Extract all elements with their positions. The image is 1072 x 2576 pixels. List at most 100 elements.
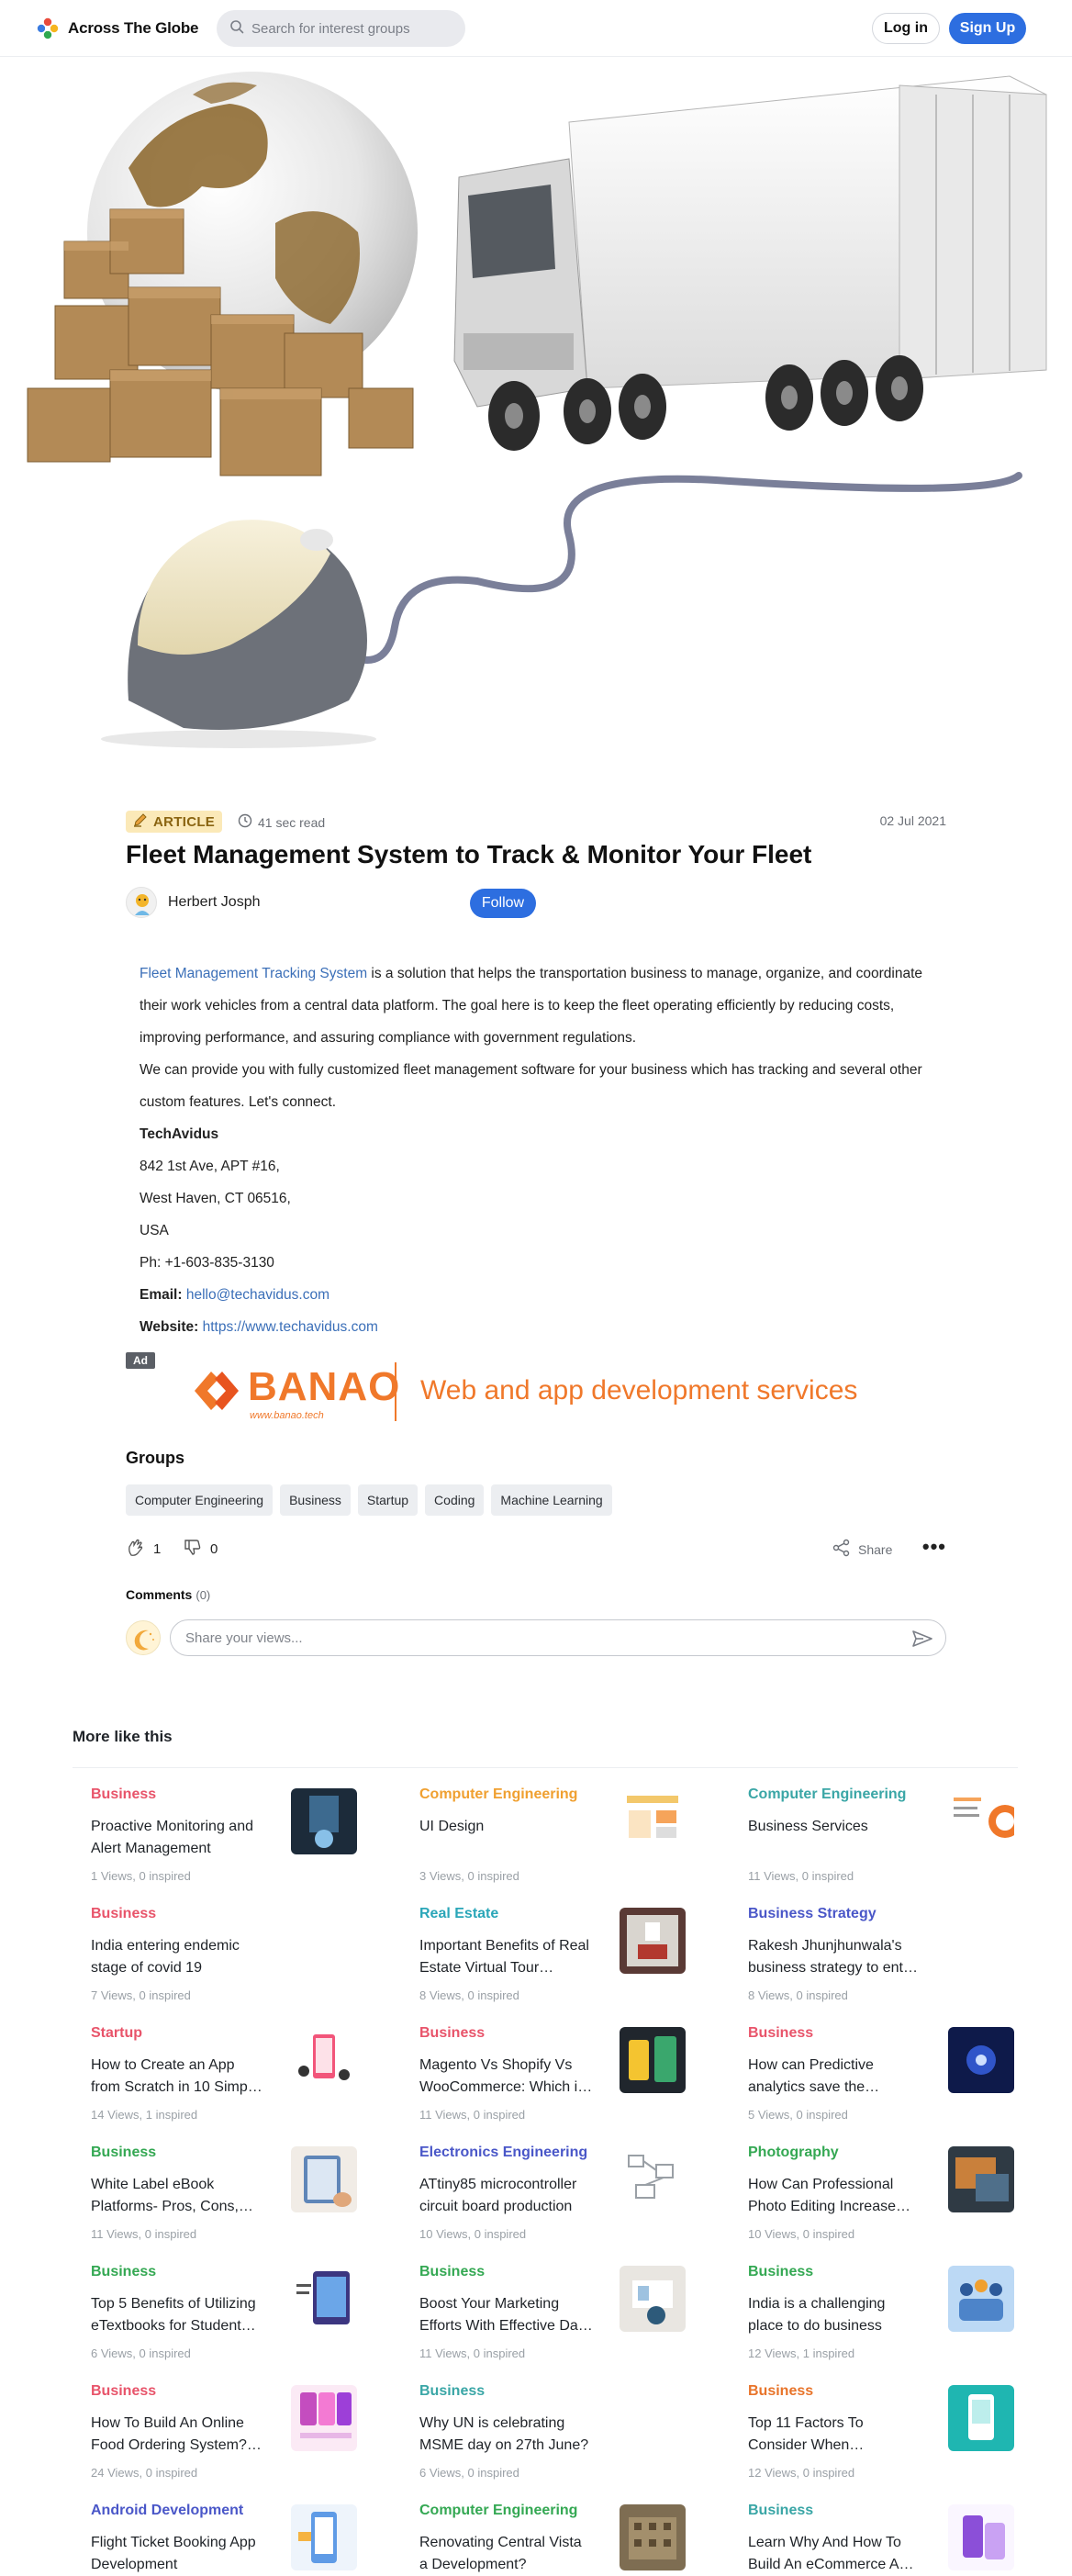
card-thumbnail[interactable] xyxy=(948,2385,1014,2451)
search-bar[interactable] xyxy=(217,10,465,47)
card-category[interactable]: Business xyxy=(748,2383,813,2400)
related-card[interactable]: Business Strategy Rakesh Jhunjhunwala's b… xyxy=(730,1891,1042,2010)
related-card[interactable]: Computer Engineering Business Services 11 … xyxy=(730,1772,1042,1891)
signup-button[interactable]: Sign Up xyxy=(949,13,1026,44)
related-card[interactable]: Business Why UN is celebrating MSME day o… xyxy=(401,2369,713,2488)
card-title[interactable]: Rakesh Jhunjhunwala's business strategy … xyxy=(748,1935,922,1979)
related-card[interactable]: Business Boost Your Marketing Efforts Wit… xyxy=(401,2249,713,2369)
card-thumbnail[interactable] xyxy=(620,2266,686,2332)
card-category[interactable]: Business xyxy=(91,1906,156,1922)
more-options-icon[interactable]: ••• xyxy=(922,1535,946,1559)
related-card[interactable]: Computer Engineering Renovating Central V… xyxy=(401,2488,713,2576)
card-title[interactable]: Top 5 Benefits of Utilizing eTextbooks f… xyxy=(91,2293,265,2337)
card-title[interactable]: India is a challenging place to do busin… xyxy=(748,2293,922,2337)
author-avatar[interactable] xyxy=(126,887,157,918)
card-category[interactable]: Business xyxy=(748,2503,813,2519)
send-icon[interactable] xyxy=(912,1630,932,1652)
card-title[interactable]: White Label eBook Platforms- Pros, Cons,… xyxy=(91,2174,265,2218)
card-title[interactable]: India entering endemic stage of covid 19 xyxy=(91,1935,265,1979)
related-card[interactable]: Startup How to Create an App from Scratch… xyxy=(73,2010,385,2130)
related-card[interactable]: Business Learn Why And How To Build An eC… xyxy=(730,2488,1042,2576)
related-card[interactable]: Business India entering endemic stage of … xyxy=(73,1891,385,2010)
card-title[interactable]: ATtiny85 microcontroller circuit board p… xyxy=(419,2174,594,2218)
card-title[interactable]: Learn Why And How To Build An eCommerce … xyxy=(748,2532,922,2576)
card-title[interactable]: Why UN is celebrating MSME day on 27th J… xyxy=(419,2413,594,2457)
comment-input[interactable] xyxy=(185,1630,883,1646)
card-title[interactable]: Boost Your Marketing Efforts With Effect… xyxy=(419,2293,594,2337)
card-thumbnail[interactable] xyxy=(291,2146,357,2212)
card-category[interactable]: Startup xyxy=(91,2025,142,2042)
related-card[interactable]: Business Magento Vs Shopify Vs WooCommerc… xyxy=(401,2010,713,2130)
related-card[interactable]: Android Development Flight Ticket Booking… xyxy=(73,2488,385,2576)
group-chip[interactable]: Computer Engineering xyxy=(126,1484,274,1516)
card-thumbnail[interactable] xyxy=(620,1788,686,1854)
card-thumbnail[interactable] xyxy=(948,2266,1014,2332)
tracking-system-link[interactable]: Fleet Management Tracking System xyxy=(140,966,367,981)
card-title[interactable]: UI Design xyxy=(419,1816,594,1860)
related-card[interactable]: Business How can Predictive analytics sav… xyxy=(730,2010,1042,2130)
email-link[interactable]: hello@techavidus.com xyxy=(186,1287,329,1303)
share-button[interactable]: Share xyxy=(832,1539,892,1560)
card-thumbnail[interactable] xyxy=(291,2504,357,2570)
card-thumbnail[interactable] xyxy=(948,1788,1014,1854)
card-title[interactable]: How to Create an App from Scratch in 10 … xyxy=(91,2055,265,2099)
card-category[interactable]: Electronics Engineering xyxy=(419,2145,587,2161)
website-link[interactable]: https://www.techavidus.com xyxy=(203,1319,378,1335)
card-thumbnail[interactable] xyxy=(620,2504,686,2570)
card-category[interactable]: Computer Engineering xyxy=(419,1786,577,1803)
card-thumbnail[interactable] xyxy=(620,2027,686,2093)
card-title[interactable]: Business Services xyxy=(748,1816,922,1860)
card-category[interactable]: Business xyxy=(748,2264,813,2280)
card-category[interactable]: Business xyxy=(748,2025,813,2042)
brand[interactable]: Across The Globe xyxy=(37,17,198,39)
card-thumbnail[interactable] xyxy=(291,2027,357,2093)
follow-button[interactable]: Follow xyxy=(470,889,536,918)
card-category[interactable]: Android Development xyxy=(91,2503,243,2519)
card-title[interactable]: Important Benefits of Real Estate Virtua… xyxy=(419,1935,594,1979)
card-thumbnail[interactable] xyxy=(291,2266,357,2332)
like-button[interactable]: 1 xyxy=(126,1537,161,1561)
card-thumbnail[interactable] xyxy=(948,2027,1014,2093)
card-category[interactable]: Computer Engineering xyxy=(748,1786,906,1803)
related-card[interactable]: Electronics Engineering ATtiny85 microcon… xyxy=(401,2130,713,2249)
card-category[interactable]: Business xyxy=(91,2383,156,2400)
card-category[interactable]: Business xyxy=(91,1786,156,1803)
card-title[interactable]: Proactive Monitoring and Alert Managemen… xyxy=(91,1816,265,1860)
group-chip[interactable]: Startup xyxy=(357,1484,419,1516)
card-category[interactable]: Real Estate xyxy=(419,1906,498,1922)
card-thumbnail[interactable] xyxy=(291,2385,357,2451)
card-title[interactable]: How can Predictive analytics save the… xyxy=(748,2055,922,2099)
group-chip[interactable]: Machine Learning xyxy=(491,1484,612,1516)
related-card[interactable]: Business White Label eBook Platforms- Pro… xyxy=(73,2130,385,2249)
related-card[interactable]: Computer Engineering UI Design 3 Views, 0 … xyxy=(401,1772,713,1891)
card-thumbnail[interactable] xyxy=(948,2146,1014,2212)
card-category[interactable]: Business xyxy=(91,2264,156,2280)
author-name[interactable]: Herbert Josph xyxy=(168,894,261,911)
related-card[interactable]: Photography How Can Professional Photo Ed… xyxy=(730,2130,1042,2249)
related-card[interactable]: Business India is a challenging place to … xyxy=(730,2249,1042,2369)
login-button[interactable]: Log in xyxy=(872,13,940,44)
card-thumbnail[interactable] xyxy=(620,1908,686,1974)
card-category[interactable]: Business xyxy=(419,2383,485,2400)
card-category[interactable]: Business xyxy=(91,2145,156,2161)
card-category[interactable]: Business xyxy=(419,2025,485,2042)
related-card[interactable]: Business Top 5 Benefits of Utilizing eTex… xyxy=(73,2249,385,2369)
related-card[interactable]: Real Estate Important Benefits of Real Es… xyxy=(401,1891,713,2010)
card-category[interactable]: Photography xyxy=(748,2145,839,2161)
author-info[interactable]: Herbert Josph xyxy=(126,887,261,918)
card-category[interactable]: Business Strategy xyxy=(748,1906,877,1922)
card-category[interactable]: Business xyxy=(419,2264,485,2280)
ad-banner[interactable]: BANAO www.banao.tech Web and app develop… xyxy=(184,1359,899,1425)
group-chip[interactable]: Coding xyxy=(425,1484,485,1516)
card-title[interactable]: Magento Vs Shopify Vs WooCommerce: Which… xyxy=(419,2055,594,2099)
card-title[interactable]: How To Build An Online Food Ordering Sys… xyxy=(91,2413,265,2457)
card-title[interactable]: Flight Ticket Booking App Development xyxy=(91,2532,265,2576)
card-title[interactable]: Top 11 Factors To Consider When… xyxy=(748,2413,922,2457)
comment-input-box[interactable] xyxy=(170,1619,946,1656)
search-input[interactable] xyxy=(251,20,453,37)
card-thumbnail[interactable] xyxy=(291,1788,357,1854)
related-card[interactable]: Business How To Build An Online Food Orde… xyxy=(73,2369,385,2488)
card-title[interactable]: How Can Professional Photo Editing Incre… xyxy=(748,2174,922,2218)
related-card[interactable]: Business Top 11 Factors To Consider When…… xyxy=(730,2369,1042,2488)
card-category[interactable]: Computer Engineering xyxy=(419,2503,577,2519)
